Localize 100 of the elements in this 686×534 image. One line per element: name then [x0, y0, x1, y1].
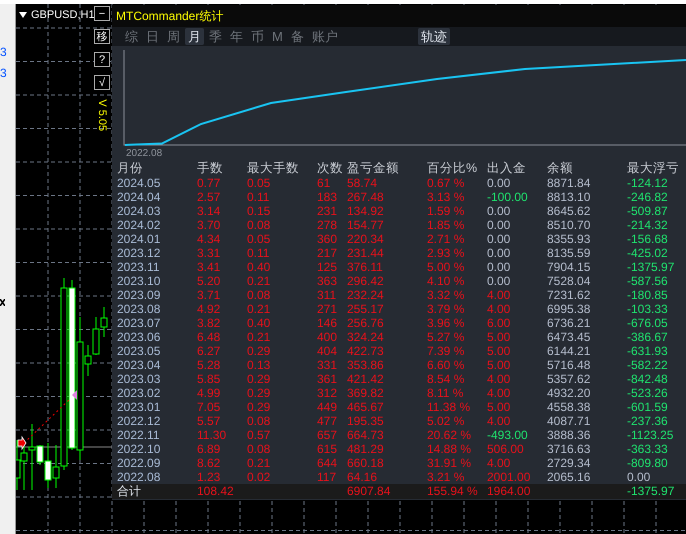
dropdown-icon[interactable] [19, 12, 27, 18]
table-cell-text: 5.28 [197, 358, 222, 372]
close-icon[interactable] [0, 299, 5, 306]
table-cell-text: 6736.21 [547, 316, 592, 330]
tool-button[interactable]: √ [94, 75, 110, 90]
table-cell-text: -676.05 [627, 316, 669, 330]
table-cell-text: 2023.05 [117, 344, 162, 358]
table-cell-text: 0.21 [247, 302, 272, 316]
table-cell-text: 7231.62 [547, 288, 592, 302]
table-cell-text: 5.00 [487, 358, 512, 372]
table-cell-text: 271 [317, 302, 338, 316]
table-cell-text: -509.87 [627, 204, 669, 218]
table-cell-text: -124.12 [627, 176, 669, 190]
table-cell-text: 0.29 [247, 400, 272, 414]
table-cell-text: 14.88 % [427, 442, 472, 456]
table-cell-text: 2.57 [197, 190, 222, 204]
table-cell-text: -214.32 [627, 218, 669, 232]
table-cell-text: 0.11 [247, 190, 270, 204]
table-cell-text: 231 [317, 204, 338, 218]
table-cell-text: 296.42 [347, 274, 385, 288]
partial-text: 3 [0, 67, 8, 79]
table-cell-text: -103.33 [627, 302, 669, 316]
column-header: 最大手数 [247, 160, 300, 176]
column-header: 余额 [547, 160, 574, 176]
period-tab[interactable]: 备 [288, 28, 307, 45]
table-cell-text: 8645.62 [547, 204, 592, 218]
table-cell-text: 256.76 [347, 316, 385, 330]
table-cell-text: -601.59 [627, 400, 669, 414]
table-cell-text: 6.48 [197, 330, 222, 344]
table-cell-text: 3716.63 [547, 442, 592, 456]
period-tab[interactable]: M [269, 28, 286, 45]
column-header: 最大浮亏 [627, 160, 680, 176]
table-cell-text: 2024.05 [117, 176, 162, 190]
table-cell-text: 0.77 [197, 176, 222, 190]
table-cell-text: 6144.21 [547, 344, 592, 358]
table-cell-text: 3.21 % [427, 470, 466, 484]
table-cell-text: 3.70 [197, 218, 222, 232]
table-cell-text: 324.24 [347, 330, 385, 344]
view-tab[interactable]: 轨迹 [418, 28, 450, 45]
table-cell-text: 2.71 % [427, 232, 466, 246]
table-cell-text: 2022.12 [117, 414, 162, 428]
table-cell-text: 2023.01 [117, 400, 162, 414]
table-cell-text: 3.41 [197, 260, 222, 274]
table-cell-text: 506.00 [487, 442, 525, 456]
table-cell-text: 4.92 [197, 302, 222, 316]
table-cell-text: 311 [317, 288, 338, 302]
table-cell-text: 7528.04 [547, 274, 592, 288]
table-cell-text: -156.68 [627, 232, 669, 246]
table-cell-text: -100.00 [487, 190, 529, 204]
table-cell-text: -246.82 [627, 190, 669, 204]
table-cell-text: 5.20 [197, 274, 222, 288]
table-cell-text: 31.91 % [427, 456, 472, 470]
table-cell-text: 4.00 [487, 372, 512, 386]
table-cell-text: 134.92 [347, 204, 385, 218]
period-tab[interactable]: 综 [122, 28, 141, 45]
table-cell-text: 369.82 [347, 386, 385, 400]
period-tab[interactable]: 币 [248, 28, 267, 45]
table-cell-text: 0.08 [247, 218, 272, 232]
table-cell-text: 0.00 [487, 204, 512, 218]
table-cell-text: 6.00 [487, 316, 512, 330]
column-header: 次数 [317, 160, 344, 176]
table-cell-text: 8.11 % [427, 386, 464, 400]
table-cell-text: 3.14 [197, 204, 222, 218]
table-cell-text: 0.05 [247, 232, 272, 246]
table-cell-text: 2023.09 [117, 288, 162, 302]
table-cell-text: 0.15 [247, 204, 272, 218]
table-cell-text: 2024.04 [117, 190, 162, 204]
period-tab[interactable]: 账户 [308, 28, 341, 45]
table-cell-text: -1375.97 [627, 260, 676, 274]
table-cell-text: 0.00 [487, 232, 512, 246]
tool-button[interactable]: − [94, 6, 110, 21]
period-tab[interactable]: 年 [227, 28, 246, 45]
partial-text: 3 [0, 46, 8, 58]
table-cell-text: 232.24 [347, 288, 385, 302]
period-tab[interactable]: 月 [185, 28, 204, 45]
table-cell-text: 6.27 [197, 344, 222, 358]
table-cell-text: 2023.10 [117, 274, 162, 288]
tool-button[interactable]: 移 [94, 29, 110, 44]
table-cell-text: 449 [317, 400, 338, 414]
table-cell-text: 195.35 [347, 414, 385, 428]
table-cell-text: 0.00 [627, 470, 652, 484]
table-cell-text: 4558.38 [547, 400, 592, 414]
tool-button[interactable]: ? [94, 52, 110, 67]
table-cell-text: 477 [317, 414, 338, 428]
table-cell-text: 合计 [117, 484, 142, 499]
period-tab[interactable]: 季 [206, 28, 225, 45]
table-cell-text: 6.60 % [427, 358, 466, 372]
table-cell-text: 353.86 [347, 358, 385, 372]
table-cell-text: 267.48 [347, 190, 385, 204]
table-cell-text: 8813.10 [547, 190, 592, 204]
table-cell-text: 5.57 [197, 414, 222, 428]
table-cell-text: 5.85 [197, 372, 222, 386]
table-cell-text: 4087.71 [547, 414, 592, 428]
table-cell-text: 0.00 [487, 218, 512, 232]
period-tab[interactable]: 日 [143, 28, 162, 45]
table-cell-text: 0.21 [247, 274, 272, 288]
period-tab[interactable]: 周 [164, 28, 183, 45]
table-cell-text: 421.42 [347, 372, 385, 386]
table-cell-text: 5.27 % [427, 330, 466, 344]
table-cell-text: 3.32 % [427, 288, 466, 302]
